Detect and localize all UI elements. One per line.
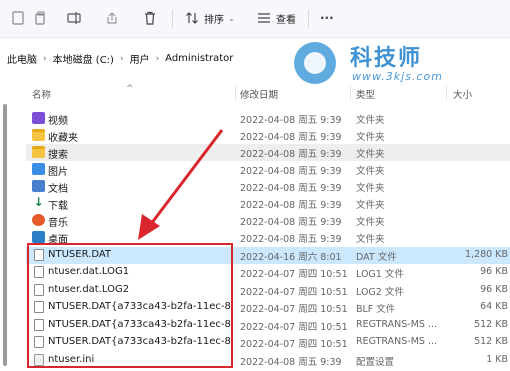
annotation-arrow-icon — [138, 129, 224, 240]
